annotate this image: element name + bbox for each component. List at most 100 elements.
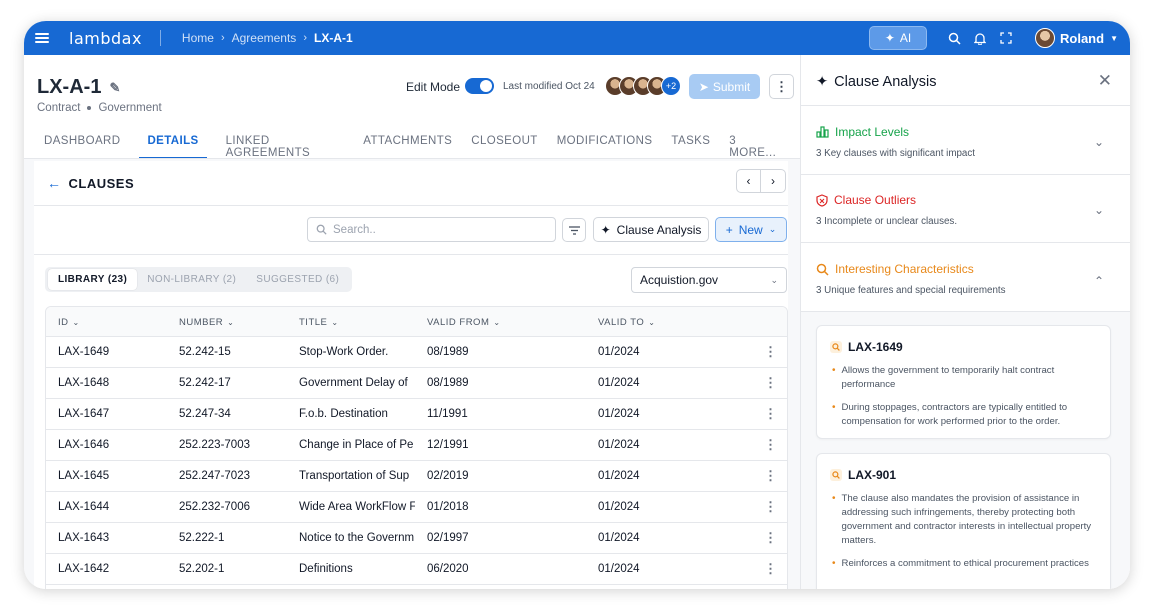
- chevron-down-icon[interactable]: ⌄: [1094, 203, 1104, 217]
- sparkle-icon: ✦: [600, 222, 611, 237]
- feature-card: LAX-901 • The clause also mandates the pr…: [816, 453, 1111, 589]
- tab-more[interactable]: 3 MORE...: [729, 133, 781, 159]
- filter-button[interactable]: [562, 218, 586, 242]
- tab-details[interactable]: DETAILS: [139, 133, 207, 159]
- bell-icon[interactable]: [973, 31, 987, 45]
- tab-modifications[interactable]: MODIFICATIONS: [557, 133, 653, 159]
- valid-to: 01/2024: [598, 408, 640, 420]
- avatar[interactable]: [1035, 28, 1056, 48]
- feature-title: LAX-1649: [830, 340, 903, 354]
- clause-id: LAX-1644: [58, 501, 110, 513]
- collaborator-avatars[interactable]: +2: [605, 76, 681, 96]
- kebab-icon[interactable]: ⋮: [764, 344, 777, 360]
- clause-analysis-button[interactable]: ✦ Clause Analysis: [593, 217, 709, 242]
- last-modified: Last modified Oct 24: [503, 81, 595, 92]
- clause-id: LAX-1642: [58, 563, 110, 575]
- sparkle-icon: ✦: [884, 31, 895, 45]
- interesting-characteristics-section[interactable]: Interesting Characteristics 3 Unique fea…: [816, 262, 1116, 296]
- clause-title: Definitions: [299, 563, 353, 575]
- agreement-category: Government: [98, 102, 162, 114]
- clause-id: LAX-1648: [58, 377, 110, 389]
- chevron-down-icon[interactable]: ⌄: [1094, 135, 1104, 149]
- breadcrumb-agreements[interactable]: Agreements: [232, 31, 297, 45]
- clauses-heading[interactable]: ← CLAUSES: [47, 175, 134, 191]
- kebab-icon[interactable]: ⋮: [764, 530, 777, 546]
- chevron-up-icon[interactable]: ⌃: [1094, 274, 1104, 288]
- column-header-valid-to[interactable]: VALID TO ⌄: [598, 317, 655, 328]
- segment-library[interactable]: LIBRARY (23): [48, 269, 138, 290]
- user-name[interactable]: Roland: [1060, 31, 1104, 46]
- breadcrumb-home[interactable]: Home: [182, 31, 214, 45]
- valid-to: 01/2024: [598, 377, 640, 389]
- kebab-icon[interactable]: ⋮: [764, 406, 777, 422]
- column-header-valid-from[interactable]: VALID FROM ⌄: [427, 317, 501, 328]
- impact-levels-section[interactable]: Impact Levels 3 Key clauses with signifi…: [816, 125, 1116, 159]
- table-row[interactable]: LAX-1649 52.242-15 Stop-Work Order. 08/1989…: [46, 337, 787, 368]
- column-header-number[interactable]: NUMBER ⌄: [179, 317, 234, 328]
- sort-icon: ⌄: [72, 318, 80, 327]
- table-row[interactable]: LAX-1644 252.232-7006 Wide Area WorkFlow F…: [46, 492, 787, 523]
- arrow-left-icon[interactable]: ←: [47, 175, 62, 191]
- more-collaborators-badge[interactable]: +2: [661, 76, 681, 96]
- kebab-icon[interactable]: ⋮: [764, 499, 777, 515]
- kebab-icon[interactable]: ⋮: [764, 468, 777, 484]
- segment-non-library[interactable]: NON-LIBRARY (2): [137, 269, 246, 290]
- divider: [24, 158, 800, 159]
- search-icon[interactable]: [947, 31, 961, 45]
- feature-id: LAX-1649: [848, 340, 903, 354]
- prev-page-button[interactable]: ‹: [736, 169, 761, 193]
- divider: [159, 30, 161, 46]
- sort-icon: ⌄: [493, 318, 501, 327]
- source-select[interactable]: Acquistion.gov ⌄: [631, 267, 787, 293]
- filter-icon: [568, 225, 580, 235]
- new-button[interactable]: + New ⌄: [715, 217, 787, 242]
- more-actions-button[interactable]: ⋮: [769, 74, 794, 99]
- feature-bullet: • The clause also mandates the provision …: [832, 493, 1092, 546]
- table-row[interactable]: LAX-1643 52.222-1 Notice to the Governm 02/…: [46, 523, 787, 554]
- clause-title: Stop-Work Order.: [299, 346, 389, 358]
- tab-linked-agreements[interactable]: LINKED AGREEMENTS: [226, 133, 345, 159]
- agreement-id: LX-A-1: [37, 76, 102, 98]
- tab-dashboard[interactable]: DASHBOARD: [44, 133, 120, 159]
- segment-suggested[interactable]: SUGGESTED (6): [246, 269, 349, 290]
- search-icon: [316, 224, 327, 235]
- search-input[interactable]: Search..: [307, 217, 556, 242]
- tab-attachments[interactable]: ATTACHMENTS: [363, 133, 452, 159]
- caret-down-icon[interactable]: ▼: [1110, 34, 1118, 43]
- edit-mode-toggle[interactable]: [465, 78, 494, 94]
- table-row[interactable]: LAX-1642 52.202-1 Definitions 06/2020 01/202…: [46, 554, 787, 585]
- clause-title: Transportation of Sup: [299, 470, 410, 482]
- valid-to: 01/2024: [598, 501, 640, 513]
- clause-outliers-section[interactable]: Clause Outliers 3 Incomplete or unclear …: [816, 193, 1116, 227]
- clause-type-segment: LIBRARY (23) NON-LIBRARY (2) SUGGESTED (…: [45, 267, 353, 292]
- fullscreen-icon[interactable]: [999, 31, 1013, 45]
- next-page-button[interactable]: ›: [761, 169, 786, 193]
- section-title: Interesting Characteristics: [835, 262, 974, 276]
- tab-closeout[interactable]: CLOSEOUT: [471, 133, 537, 159]
- ai-button[interactable]: ✦ AI: [869, 26, 928, 50]
- clause-analysis-label: Clause Analysis: [616, 222, 702, 237]
- feature-bullet: • During stoppages, contractors are typic…: [832, 402, 1068, 427]
- clause-number: 52.242-17: [179, 377, 231, 389]
- menu-icon[interactable]: [35, 33, 49, 43]
- table-row[interactable]: LAX-1646 252.223-7003 Change in Place of P…: [46, 430, 787, 461]
- close-icon[interactable]: ✕: [1098, 71, 1112, 91]
- sort-icon: ⌄: [331, 318, 339, 327]
- separator-dot: [87, 106, 92, 110]
- submit-button[interactable]: ➤ Submit: [689, 74, 760, 99]
- clauses-title: CLAUSES: [68, 175, 135, 191]
- table-row[interactable]: LAX-1647 52.247-34 F.o.b. Destination 11/19…: [46, 399, 787, 430]
- pencil-icon[interactable]: ✎: [109, 80, 120, 96]
- table-row[interactable]: LAX-1645 252.247-7023 Transportation of Su…: [46, 461, 787, 492]
- kebab-icon[interactable]: ⋮: [764, 437, 777, 453]
- kebab-icon[interactable]: ⋮: [764, 561, 777, 577]
- kebab-icon[interactable]: ⋮: [764, 375, 777, 391]
- valid-to: 01/2024: [598, 346, 640, 358]
- table-row[interactable]: LAX-1648 52.242-17 Government Delay of 08/1…: [46, 368, 787, 399]
- new-label: New: [738, 222, 763, 237]
- app-logo[interactable]: lambdax: [69, 29, 142, 48]
- column-header-title[interactable]: TITLE ⌄: [299, 317, 415, 328]
- agreement-header: LX-A-1 ✎ Contract Government Edit Mode L…: [24, 55, 800, 159]
- tab-tasks[interactable]: TASKS: [671, 133, 710, 159]
- column-header-id[interactable]: ID ⌄: [58, 317, 80, 328]
